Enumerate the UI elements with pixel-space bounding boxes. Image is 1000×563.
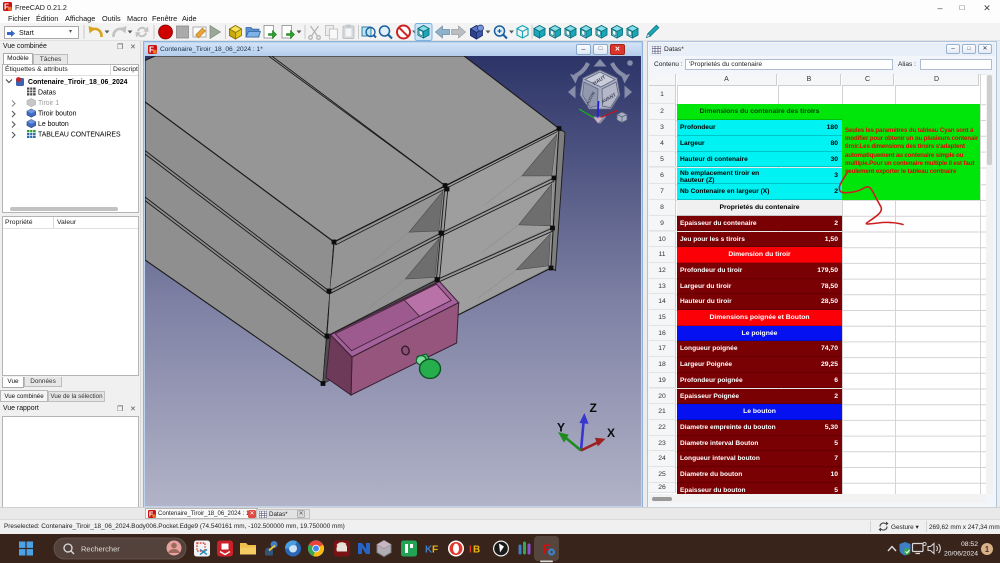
svg-text:TABLEAU CONTENAIRES: TABLEAU CONTENAIRES [38, 132, 121, 139]
svg-text:1: 1 [985, 545, 990, 554]
svg-text:Tiroir 1: Tiroir 1 [38, 100, 59, 107]
svg-text:I: I [469, 545, 472, 556]
svg-text:Contenaire_Tiroir_18_06_2024: Contenaire_Tiroir_18_06_2024 [28, 79, 128, 86]
svg-text:Rechercher: Rechercher [81, 545, 120, 554]
svg-text:B: B [473, 545, 480, 556]
svg-text:Y: Y [557, 421, 565, 435]
svg-text:Datas: Datas [38, 90, 57, 97]
svg-text:Tiroir bouton: Tiroir bouton [38, 111, 77, 118]
svg-text:F: F [432, 545, 438, 556]
svg-text:X: X [607, 426, 615, 440]
svg-text:Z: Z [590, 401, 597, 415]
svg-text:Le bouton: Le bouton [38, 121, 69, 128]
svg-text:08:52: 08:52 [961, 541, 978, 548]
svg-text:20/06/2024: 20/06/2024 [944, 551, 978, 558]
